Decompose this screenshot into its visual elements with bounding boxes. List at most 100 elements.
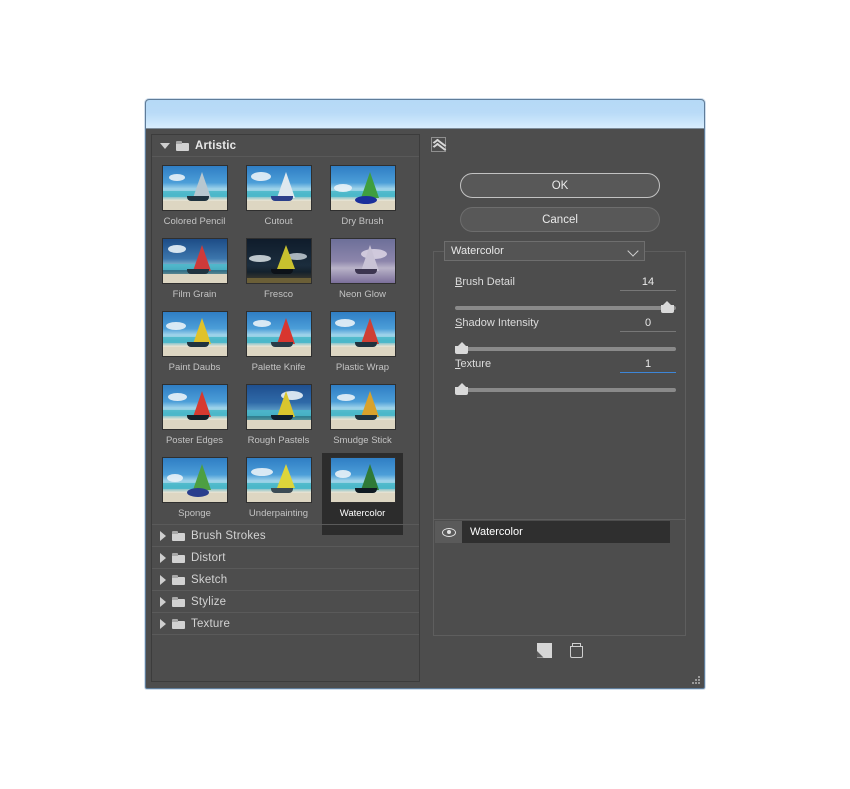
- filter-tile-label: Dry Brush: [341, 216, 384, 227]
- filter-tile-label: Film Grain: [172, 289, 217, 300]
- parameter-value: 14: [641, 276, 655, 288]
- filter-tile-label: Underpainting: [248, 508, 309, 519]
- folder-icon: [172, 618, 185, 629]
- filter-browser: Artistic Colored Pencil Cutout Dry Brush…: [151, 134, 420, 682]
- filter-thumbnail: [161, 238, 228, 284]
- filter-thumbnail: [245, 238, 312, 284]
- filter-tile-rough-pastels[interactable]: Rough Pastels: [238, 380, 319, 451]
- filter-tile-label: Neon Glow: [339, 289, 386, 300]
- filter-thumbnail: [329, 457, 396, 503]
- parameter-value-field[interactable]: 0: [620, 315, 676, 332]
- parameter-label: Texture: [455, 358, 492, 370]
- parameter-slider-track[interactable]: [455, 342, 676, 354]
- folder-icon: [172, 552, 185, 563]
- parameter-texture: Texture 1: [434, 356, 685, 395]
- filter-tile-underpainting[interactable]: Underpainting: [238, 453, 319, 524]
- filter-thumbnail: [245, 165, 312, 211]
- triangle-right-icon[interactable]: [160, 530, 166, 541]
- filter-tile-paint-daubs[interactable]: Paint Daubs: [154, 307, 235, 378]
- filter-tile-label: Fresco: [263, 289, 294, 300]
- parameter-slider-track[interactable]: [455, 383, 676, 395]
- filter-tile-label: Smudge Stick: [333, 435, 392, 446]
- parameter-label: Shadow Intensity: [455, 317, 539, 329]
- filter-thumbnail: [161, 457, 228, 503]
- filter-tile-cutout[interactable]: Cutout: [238, 161, 319, 232]
- filter-thumbnail: [161, 384, 228, 430]
- triangle-right-icon[interactable]: [160, 574, 166, 585]
- trash-icon[interactable]: [569, 642, 583, 658]
- filter-thumbnail-grid: Colored Pencil Cutout Dry Brush Film Gra…: [152, 157, 419, 535]
- filter-tile-neon-glow[interactable]: Neon Glow: [322, 234, 403, 305]
- triangle-right-icon[interactable]: [160, 618, 166, 629]
- category-row-brush-strokes[interactable]: Brush Strokes: [152, 524, 419, 546]
- resize-grip-icon[interactable]: [691, 676, 700, 685]
- filter-thumbnail: [245, 311, 312, 357]
- collapsed-category-list: Brush Strokes Distort Sketch Stylize Tex…: [152, 524, 419, 681]
- category-row-stylize[interactable]: Stylize: [152, 590, 419, 612]
- double-chevron-up-icon: [434, 140, 443, 149]
- filter-thumbnail: [161, 311, 228, 357]
- category-label: Artistic: [195, 139, 237, 152]
- parameter-slider-thumb[interactable]: [660, 301, 674, 313]
- collapse-panel-button[interactable]: [431, 137, 446, 152]
- folder-icon: [172, 530, 185, 541]
- category-header-artistic[interactable]: Artistic: [152, 135, 419, 157]
- filter-tile-fresco[interactable]: Fresco: [238, 234, 319, 305]
- filter-select[interactable]: Watercolor: [444, 241, 645, 261]
- parameter-label: Brush Detail: [455, 276, 515, 288]
- cancel-button-label: Cancel: [542, 213, 578, 226]
- dialog-titlebar[interactable]: [146, 100, 704, 129]
- folder-icon: [176, 140, 189, 151]
- screen: Artistic Colored Pencil Cutout Dry Brush…: [0, 0, 850, 789]
- filter-thumbnail: [161, 165, 228, 211]
- filter-tile-watercolor[interactable]: Watercolor: [322, 453, 403, 535]
- effect-layer-actions: [434, 639, 685, 661]
- filter-thumbnail: [329, 384, 396, 430]
- parameter-slider-thumb[interactable]: [455, 342, 468, 354]
- ok-button-label: OK: [551, 179, 569, 192]
- filter-tile-poster-edges[interactable]: Poster Edges: [154, 380, 235, 451]
- filter-tile-label: Paint Daubs: [168, 362, 221, 373]
- category-row-distort[interactable]: Distort: [152, 546, 419, 568]
- layer-visibility-toggle[interactable]: [435, 521, 462, 543]
- eye-icon: [441, 527, 456, 537]
- filter-tile-dry-brush[interactable]: Dry Brush: [322, 161, 403, 232]
- chevron-down-icon: [629, 247, 638, 256]
- filter-tile-label: Poster Edges: [165, 435, 224, 446]
- triangle-down-icon[interactable]: [160, 142, 170, 149]
- filter-tile-film-grain[interactable]: Film Grain: [154, 234, 235, 305]
- ok-button[interactable]: OK: [460, 173, 660, 198]
- new-effect-layer-icon[interactable]: [536, 642, 552, 658]
- category-row-sketch[interactable]: Sketch: [152, 568, 419, 590]
- filter-thumbnail: [245, 384, 312, 430]
- filter-tile-label: Cutout: [264, 216, 293, 227]
- category-row-texture[interactable]: Texture: [152, 612, 419, 634]
- effect-layer-row[interactable]: Watercolor: [435, 521, 670, 543]
- parameter-brush-detail: Brush Detail 14: [434, 274, 685, 313]
- parameter-slider-thumb[interactable]: [455, 383, 468, 395]
- filter-thumbnail: [329, 311, 396, 357]
- triangle-right-icon[interactable]: [160, 552, 166, 563]
- filter-tile-palette-knife[interactable]: Palette Knife: [238, 307, 319, 378]
- parameter-value: 1: [644, 358, 652, 370]
- filter-tile-label: Rough Pastels: [247, 435, 310, 446]
- filter-tile-colored-pencil[interactable]: Colored Pencil: [154, 161, 235, 232]
- parameter-value-field[interactable]: 14: [620, 274, 676, 291]
- filter-thumbnail: [329, 165, 396, 211]
- filter-tile-plastic-wrap[interactable]: Plastic Wrap: [322, 307, 403, 378]
- filter-parameters-panel: Brush Detail 14 Shadow Intensity 0 Textu…: [433, 251, 686, 538]
- category-label: Texture: [191, 617, 231, 630]
- category-label: Stylize: [191, 595, 227, 608]
- category-label: Brush Strokes: [191, 529, 266, 542]
- filter-gallery-dialog: Artistic Colored Pencil Cutout Dry Brush…: [145, 99, 705, 689]
- effect-layers-panel: Watercolor: [433, 519, 686, 658]
- triangle-right-icon[interactable]: [160, 596, 166, 607]
- cancel-button[interactable]: Cancel: [460, 207, 660, 232]
- parameter-slider-track[interactable]: [455, 301, 676, 313]
- parameter-value-field[interactable]: 1: [620, 356, 676, 373]
- dialog-body: Artistic Colored Pencil Cutout Dry Brush…: [146, 129, 704, 688]
- filter-tile-smudge-stick[interactable]: Smudge Stick: [322, 380, 403, 451]
- filter-tile-label: Watercolor: [339, 508, 386, 519]
- filter-tile-sponge[interactable]: Sponge: [154, 453, 235, 524]
- filter-tile-label: Plastic Wrap: [335, 362, 390, 373]
